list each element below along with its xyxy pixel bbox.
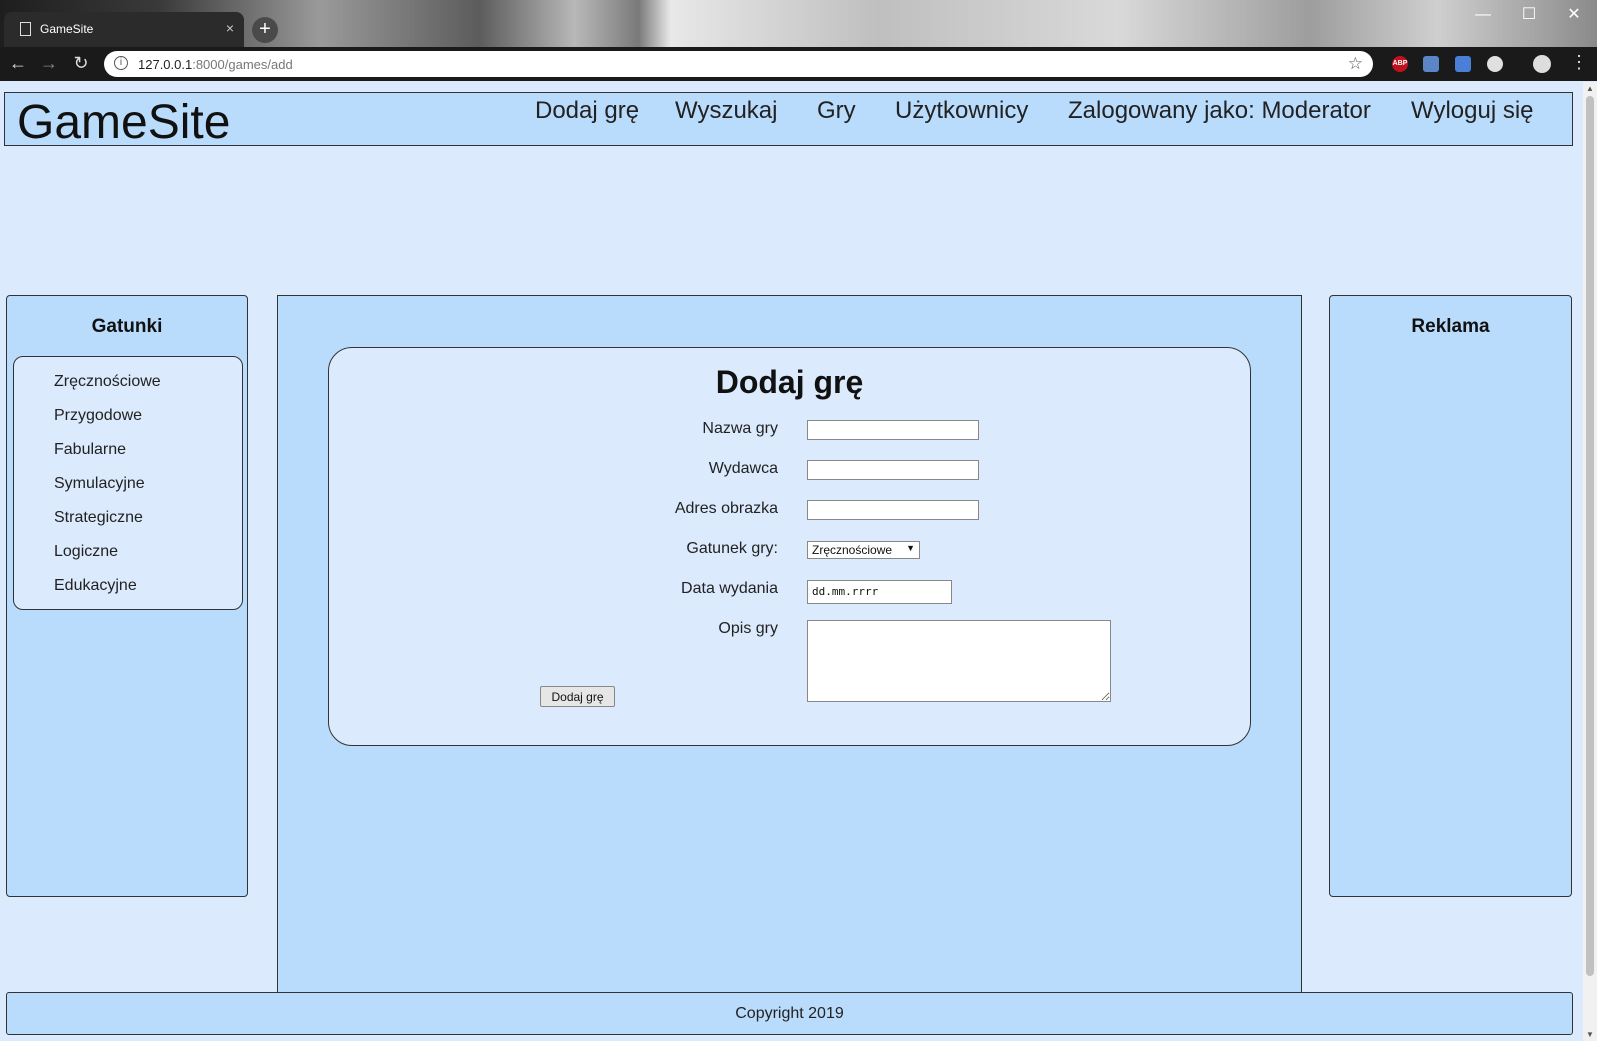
scroll-up-icon[interactable]: ▲ [1586,84,1594,93]
bookmark-star-icon[interactable]: ☆ [1348,54,1363,74]
main-content: Dodaj grę Nazwa gry Wydawca Adres obrazk… [277,295,1302,1000]
image-url-input[interactable] [807,500,979,520]
browser-titlebar: GameSite × + — ☐ ✕ [0,0,1597,47]
genre-label: Gatunek gry: [686,540,778,557]
page-scrollbar[interactable]: ▲ ▼ [1583,82,1597,1041]
publisher-label: Wydawca [708,460,778,477]
genre-link-symulacyjne[interactable]: Symulacyjne [54,475,145,493]
screenshot-extension-icon[interactable] [1423,56,1439,72]
adblock-extension-icon[interactable]: ABP [1392,56,1408,72]
sidebar-title: Gatunki [91,316,163,337]
copyright-text: Copyright 2019 [735,1005,844,1022]
site-footer: Copyright 2019 [6,992,1573,1035]
genre-link-przygodowe[interactable]: Przygodowe [54,407,142,425]
scroll-down-icon[interactable]: ▼ [1586,1030,1594,1039]
forward-icon[interactable]: → [38,53,60,74]
add-game-submit-button[interactable]: Dodaj grę [540,686,615,707]
genre-select[interactable]: Zręcznościowe ▼ [807,541,920,559]
tab-close-icon[interactable]: × [226,20,234,36]
release-date-label: Data wydania [681,580,778,597]
browser-menu-icon[interactable]: ⋮ [1570,52,1588,73]
minimize-button[interactable]: — [1460,0,1506,32]
nav-logout[interactable]: Wyloguj się [1411,97,1534,125]
new-tab-button[interactable]: + [252,17,278,43]
genre-select-value: Zręcznościowe [812,543,893,557]
image-url-label: Adres obrazka [674,500,778,517]
browser-tab[interactable]: GameSite × [4,12,244,47]
genre-link-edukacyjne[interactable]: Edukacyjne [54,577,137,595]
scrollbar-thumb[interactable] [1586,96,1594,976]
name-label: Nazwa gry [702,420,778,437]
name-input[interactable] [807,420,979,440]
genre-link-strategiczne[interactable]: Strategiczne [54,509,143,527]
translate-extension-icon[interactable] [1455,56,1471,72]
browser-toolbar: ← → ↻ i 127.0.0.1:8000/games/add ☆ ABP ⋮ [0,47,1597,81]
info-icon[interactable]: i [114,56,128,70]
genres-list: Zręcznościowe Przygodowe Fabularne Symul… [13,356,243,610]
close-window-button[interactable]: ✕ [1551,0,1597,32]
nav-games[interactable]: Gry [817,97,856,125]
url-host: 127.0.0.1 [138,57,193,72]
genre-link-zrecznosciowe[interactable]: Zręcznościowe [54,373,161,391]
maximize-button[interactable]: ☐ [1506,0,1552,32]
ads-title: Reklama [1411,316,1490,337]
dropdown-arrow-icon: ▼ [906,543,915,553]
genre-link-fabularne[interactable]: Fabularne [54,441,126,459]
description-textarea[interactable] [807,620,1111,702]
nav-users[interactable]: Użytkownicy [895,97,1028,125]
document-icon [20,22,31,36]
genres-sidebar: Gatunki Zręcznościowe Przygodowe Fabular… [6,295,248,897]
publisher-input[interactable] [807,460,979,480]
add-game-form: Dodaj grę Nazwa gry Wydawca Adres obrazk… [328,347,1251,746]
site-logo[interactable]: GameSite [17,95,230,150]
url-path: :8000/games/add [192,57,293,72]
extension-icon[interactable] [1487,56,1503,72]
back-icon[interactable]: ← [7,53,29,74]
release-date-input[interactable]: dd.mm.rrrr [807,580,952,604]
site-header: GameSite Dodaj grę Wyszukaj Gry Użytkown… [4,92,1573,149]
description-label: Opis gry [718,620,778,637]
address-bar[interactable]: i 127.0.0.1:8000/games/add ☆ [104,51,1373,77]
nav-add-game[interactable]: Dodaj grę [535,97,639,125]
nav-search[interactable]: Wyszukaj [675,97,777,125]
logged-in-as: Zalogowany jako: Moderator [1068,97,1371,124]
ads-sidebar: Reklama [1329,295,1572,897]
url-text[interactable]: 127.0.0.1:8000/games/add [138,57,293,72]
form-title: Dodaj grę [715,364,864,400]
genre-link-logiczne[interactable]: Logiczne [54,543,118,561]
tab-title: GameSite [40,22,94,36]
reload-icon[interactable]: ↻ [70,53,92,74]
profile-avatar-icon[interactable] [1533,55,1551,73]
